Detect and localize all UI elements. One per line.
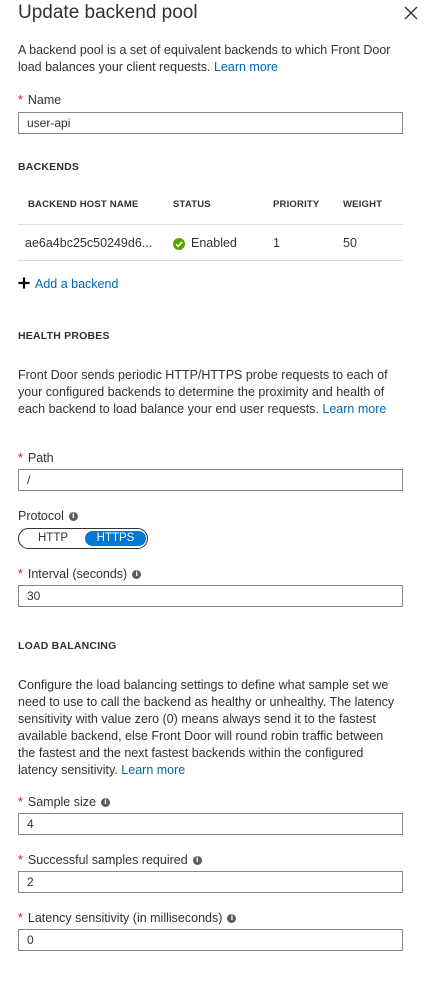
protocol-label: Protocol i [18, 509, 78, 523]
health-probes-text: Front Door sends periodic HTTP/HTTPS pro… [18, 367, 396, 418]
name-label: * Name [18, 93, 61, 107]
backend-weight-cell: 50 [343, 236, 357, 250]
protocol-option-http[interactable]: HTTP [22, 531, 84, 546]
name-label-text: Name [27, 93, 62, 107]
required-marker: * [18, 93, 23, 107]
protocol-label-text: Protocol [18, 509, 64, 523]
required-marker: * [18, 451, 23, 465]
load-balancing-text: Configure the load balancing settings to… [18, 677, 396, 779]
check-circle-icon [173, 237, 185, 250]
close-icon[interactable] [402, 4, 420, 22]
path-label-text: Path [27, 451, 54, 465]
info-icon[interactable]: i [227, 914, 237, 924]
table-row-divider [18, 260, 403, 261]
info-icon[interactable]: i [68, 512, 78, 522]
health-probes-learn-more-link[interactable]: Learn more [322, 402, 386, 416]
protocol-option-https[interactable]: HTTPS [85, 531, 146, 546]
interval-label: * Interval (seconds) i [18, 567, 142, 581]
required-marker: * [18, 911, 23, 925]
column-header-status: STATUS [173, 199, 211, 210]
interval-input[interactable] [18, 585, 403, 607]
required-marker: * [18, 795, 23, 809]
latency-sensitivity-input[interactable] [18, 929, 403, 951]
latency-sensitivity-label-text: Latency sensitivity (in milliseconds) [27, 911, 223, 925]
path-input[interactable] [18, 469, 403, 491]
load-balancing-description: Configure the load balancing settings to… [18, 678, 395, 777]
column-header-weight: WEIGHT [343, 199, 383, 210]
protocol-toggle[interactable]: HTTP HTTPS [18, 528, 148, 549]
sample-size-label-text: Sample size [27, 795, 96, 809]
backend-host-cell: ae6a4bc25c50249d6... [25, 236, 153, 250]
backends-heading: BACKENDS [18, 161, 80, 173]
intro-learn-more-link[interactable]: Learn more [214, 60, 278, 74]
name-input[interactable] [18, 112, 403, 134]
required-marker: * [18, 567, 23, 581]
intro-text: A backend pool is a set of equivalent ba… [18, 42, 396, 76]
required-marker: * [18, 853, 23, 867]
info-icon[interactable]: i [192, 856, 202, 866]
backend-priority-cell: 1 [273, 236, 280, 250]
column-header-priority: PRIORITY [273, 199, 320, 210]
backend-status-text: Enabled [191, 236, 237, 250]
add-backend-button[interactable]: Add a backend [18, 277, 118, 292]
successful-samples-label-text: Successful samples required [27, 853, 188, 867]
column-header-host: BACKEND HOST NAME [28, 199, 139, 210]
plus-icon [18, 277, 30, 292]
panel-title: Update backend pool [18, 2, 198, 23]
intro-description: A backend pool is a set of equivalent ba… [18, 43, 391, 74]
load-balancing-heading: LOAD BALANCING [18, 640, 117, 652]
sample-size-input[interactable] [18, 813, 403, 835]
info-icon[interactable]: i [132, 570, 142, 580]
backend-status-cell: Enabled [173, 236, 237, 250]
load-balancing-learn-more-link[interactable]: Learn more [121, 763, 185, 777]
path-label: * Path [18, 451, 54, 465]
table-row[interactable]: ae6a4bc25c50249d6... Enabled 1 50 [18, 225, 403, 260]
info-icon[interactable]: i [100, 798, 110, 808]
interval-label-text: Interval (seconds) [27, 567, 128, 581]
add-backend-label: Add a backend [35, 277, 119, 291]
successful-samples-input[interactable] [18, 871, 403, 893]
sample-size-label: * Sample size i [18, 795, 110, 809]
successful-samples-label: * Successful samples required i [18, 853, 202, 867]
health-probes-heading: HEALTH PROBES [18, 330, 110, 342]
latency-sensitivity-label: * Latency sensitivity (in milliseconds) i [18, 911, 237, 925]
